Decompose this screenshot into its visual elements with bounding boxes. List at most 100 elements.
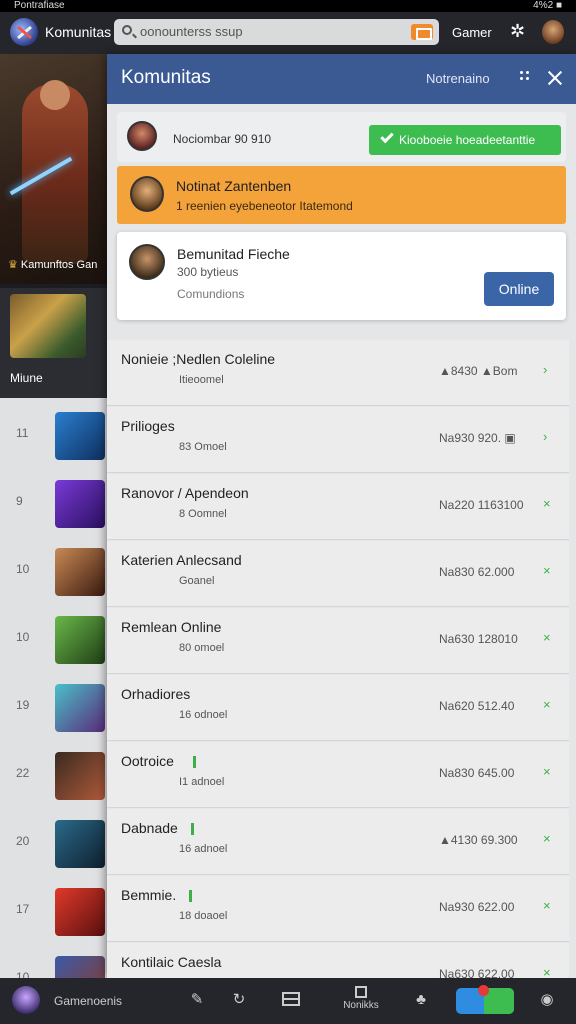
list-item-stat: Na930 920. ▣ [439,431,516,445]
bottom-nav-center-tab[interactable]: Nonikks [338,986,384,1011]
profile-avatar[interactable] [12,986,40,1014]
settings-star-icon[interactable]: ✲ [510,21,525,42]
search-icon [122,25,132,35]
hero-figure-image [22,80,88,264]
friends-icon[interactable]: ♣ [412,991,430,1009]
featured-game-card[interactable]: Kamunftos Gan [0,54,110,284]
more-options-icon[interactable] [520,71,530,85]
row-number: 11 [16,426,29,440]
list-item-stat: ▲8430 ▲Bom [439,364,518,378]
search-action-icon[interactable] [411,24,433,40]
close-x-icon[interactable]: × [543,831,551,846]
list-item-sub: 8 Oomnel [179,508,227,520]
close-icon[interactable] [545,68,565,88]
background-row[interactable]: 11 [0,402,110,470]
background-game-list: 11 9 10 10 19 22 20 17 10 [0,398,110,1004]
close-x-icon[interactable]: × [543,630,551,645]
list-item[interactable]: Bemmie. 18 doaoel Na930 622.00 × [107,876,569,942]
game-thumbnail [55,616,105,664]
close-x-icon[interactable]: × [543,563,551,578]
row-number: 10 [16,562,30,576]
background-row[interactable]: 10 [0,606,110,674]
game-thumbnail [55,684,105,732]
close-x-icon[interactable]: × [543,496,551,511]
panel-title: Komunitas [121,67,211,88]
highlight-card[interactable]: Notinat Zantenben 1 reenien eyebeneotor … [117,166,566,224]
list-item-stat: Na620 512.40 [439,699,515,713]
close-x-icon[interactable]: × [543,697,551,712]
list-item[interactable]: Katerien Anlecsand Goanel Na830 62.000 × [107,541,569,607]
list-item-name: Ranovor / Apendeon [121,485,249,501]
list-item-name: Ootroice [121,753,174,769]
background-row[interactable]: 19 [0,674,110,742]
list-item-stat: Na930 622.00 [439,900,515,914]
chat-button[interactable] [456,985,514,1014]
list-item-sub: Itieoomel [179,374,224,386]
game-thumbnail [55,548,105,596]
game-thumbnail [55,820,105,868]
bottom-nav-label[interactable]: Gamenoenis [54,994,122,1008]
highlight-title: Notinat Zantenben [176,178,292,194]
panel-header: Komunitas Notrenaino [107,54,576,104]
cards-icon[interactable] [282,992,300,1006]
close-x-icon[interactable]: × [543,764,551,779]
list-item[interactable]: Remlean Online 80 omoel Na630 128010 × [107,608,569,674]
check-icon [380,129,394,144]
list-item-sub: 16 adnoel [179,843,228,855]
page-icon [355,986,367,998]
list-item[interactable]: Prilioges 83 Omoel Na930 920. ▣ › [107,407,569,473]
close-x-icon[interactable]: × [543,898,551,913]
app-logo-icon[interactable] [10,18,38,46]
notification-bar: Nociombar 90 910 Kiooboeie hoeadeetantti… [117,112,566,162]
background-row[interactable]: 10 [0,538,110,606]
user-avatar[interactable] [542,20,564,44]
row-number: 22 [16,766,30,780]
notification-action-button[interactable]: Kiooboeie hoeadeetanttie [369,125,561,155]
row-number: 10 [16,630,30,644]
list-item-name: Dabnade [121,820,178,836]
background-row[interactable]: 20 [0,810,110,878]
app-name: Komunitas [45,24,112,40]
refresh-icon[interactable]: ↻ [230,991,248,1009]
background-row[interactable]: 17 [0,878,110,946]
background-row[interactable]: 22 [0,742,110,810]
game-tile[interactable]: Miune [0,288,110,398]
list-item-name: Nonieie ;Nedlen Coleline [121,351,276,367]
list-item-stat: ▲4130 69.300 [439,833,518,847]
game-thumbnail [55,752,105,800]
list-item-sub: I1 adnoel [179,776,225,788]
online-indicator [193,756,196,768]
community-title: Bemunitad Fieche [177,246,290,262]
background-row[interactable]: 9 [0,470,110,538]
bottom-nav-center-label: Nonikks [343,1000,379,1011]
status-right-text: 4%2 ■ [533,0,562,11]
online-button[interactable]: Online [484,272,554,306]
list-item-sub: 16 odnoel [179,709,228,721]
list-item-name: Prilioges [121,418,175,434]
search-input[interactable]: oonounterss ssup [140,24,243,39]
pencil-icon[interactable]: ✎ [188,991,206,1009]
search-bar[interactable]: oonounterss ssup [114,19,439,45]
controller-icon[interactable]: ◉ [538,991,556,1009]
list-item-name: Kontilaic Caesla [121,954,222,970]
list-item[interactable]: Ootroice I1 adnoel Na830 645.00 × [107,742,569,808]
games-link[interactable]: Gamer [452,25,492,40]
game-tile-label: Miune [10,371,43,385]
list-item[interactable]: Nonieie ;Nedlen Coleline Itieoomel ▲8430… [107,340,569,406]
list-item-sub: 80 omoel [179,642,225,654]
list-item[interactable]: Ranovor / Apendeon 8 Oomnel Na220 116310… [107,474,569,540]
community-count: 300 bytieus [177,265,239,279]
community-panel: Komunitas Notrenaino Nociombar 90 910 Ki… [107,54,576,1009]
chevron-right-icon[interactable]: › [543,362,547,377]
chevron-right-icon[interactable]: › [543,429,547,444]
community-card: Bemunitad Fieche 300 bytieus Comundions … [117,232,566,320]
list-item[interactable]: Dabnade 16 adnoel ▲4130 69.300 × [107,809,569,875]
notification-text: Nociombar 90 910 [173,132,272,146]
status-bar: Pontrafiase 4%2 ■ [0,0,576,12]
notifications-tab[interactable]: Notrenaino [426,71,490,86]
notification-dot [478,985,489,996]
list-item[interactable]: Orhadiores 16 odnoel Na620 512.40 × [107,675,569,741]
community-avatar [129,244,165,280]
list-item-name: Remlean Online [121,619,222,635]
game-thumbnail [55,888,105,936]
